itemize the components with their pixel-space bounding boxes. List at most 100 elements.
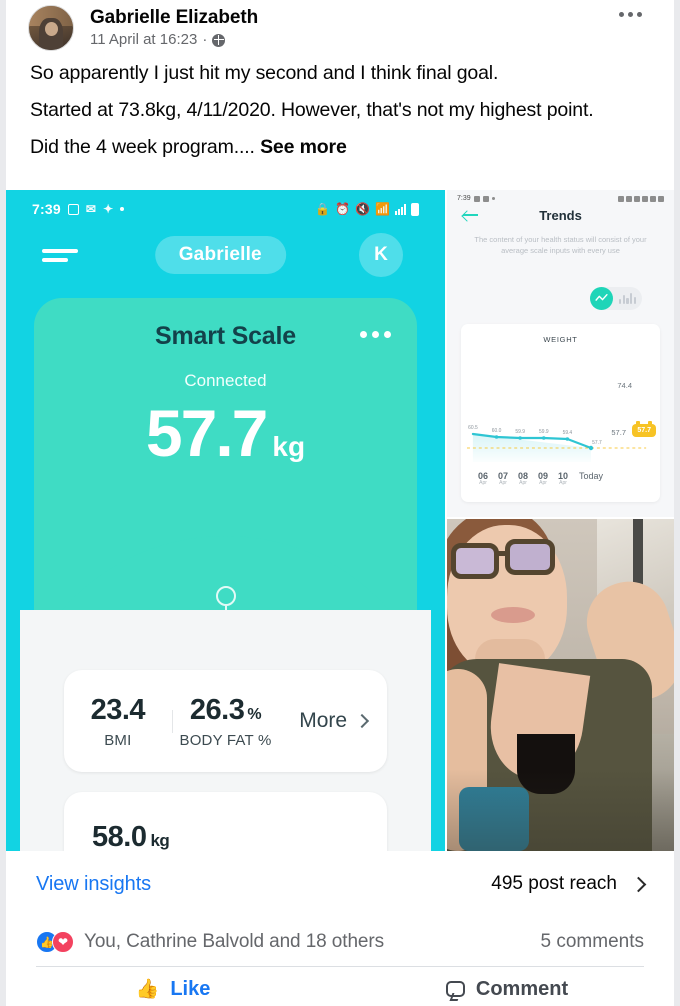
post-author-name[interactable]: Gabrielle Elizabeth [90,6,656,29]
post-line-3: Did the 4 week program.... See more [30,132,650,162]
facebook-post-screenshot: Gabrielle Elizabeth 11 April at 16:23 · … [0,0,680,1006]
line-chart-icon[interactable] [590,287,613,310]
x-tick-sublabel: Apr [479,480,487,486]
see-more-link[interactable]: See more [260,136,347,158]
x-tick: 06 Apr [473,471,493,486]
dot-icon [491,197,495,200]
scale-connection-status: Connected [184,371,267,390]
svg-text:59.9: 59.9 [539,429,549,435]
reactions-summary[interactable]: You, Cathrine Balvold and 18 others [84,931,384,953]
secondary-weight: 58.0 kg [92,820,170,852]
x-tick-sublabel: Apr [559,480,567,486]
trends-title: Trends [539,207,582,223]
post-body: So apparently I just hit my second and I… [0,52,680,162]
metric-body-fat-label: BODY FAT % [179,731,272,749]
battery-icon [411,202,419,216]
post-reach-label: 495 post reach [491,873,617,894]
thumbs-up-icon: 👍 [135,979,160,1000]
post-timestamp[interactable]: 11 April at 16:23 [90,30,197,50]
x-tick: 07 Apr [493,471,513,486]
post-header: Gabrielle Elizabeth 11 April at 16:23 · [0,0,680,52]
chart-ymax-label: 74.4 [617,381,632,390]
scale-card-menu-button[interactable] [360,331,391,338]
trends-header: Trends [447,202,674,228]
scale-weight-readout: 57.7 kg [34,397,417,469]
media-trends-screenshot[interactable]: 7:39 Trends The content of your health s… [447,190,674,517]
signal-icon [650,195,656,202]
ellipsis-icon [372,331,379,338]
comments-count[interactable]: 5 comments [541,931,644,953]
scale-weight-unit: kg [272,431,306,462]
mute-icon [634,195,640,202]
comment-label: Comment [475,977,569,1000]
post-media-collage[interactable]: 7:39 ✉ ✦ 🔒 ⏰ 🔇 📶 Gabrielle K Smart Scale… [6,190,674,851]
metric-bmi[interactable]: 23.4 BMI [64,694,172,749]
media-smart-scale-screenshot[interactable]: 7:39 ✉ ✦ 🔒 ⏰ 🔇 📶 Gabrielle K Smart Scale… [6,190,445,851]
action-bar: 👍 Like Comment [6,972,674,1006]
scale-metrics-card[interactable]: 23.4 BMI 26.3% BODY FAT % More [64,670,387,772]
status-time: 7:39 [32,201,61,217]
chart-type-toggle[interactable] [590,287,642,310]
ellipsis-icon [628,12,633,17]
comment-bubble-icon [445,981,465,997]
secondary-weight-unit: kg [150,830,170,850]
like-button[interactable]: 👍 Like [6,972,340,1006]
lock-icon [618,195,624,202]
metric-bmi-label: BMI [104,731,132,749]
scale-secondary-card[interactable]: 58.0 kg [64,792,387,851]
more-label: More [299,709,348,732]
svg-text:60.5: 60.5 [468,425,478,431]
weight-trend-chart[interactable]: WEIGHT 74.4 60.5 60.0 59.9 59.9 59.4 57.… [461,324,660,502]
x-tick-today: Today [579,471,604,481]
user-initial-avatar[interactable]: K [359,233,403,277]
x-tick: 10 Apr [553,471,573,486]
dot-icon [120,207,125,211]
view-insights-link[interactable]: View insights [36,873,151,896]
like-label: Like [170,977,211,1000]
comment-button[interactable]: Comment [340,972,674,1006]
globe-icon [212,33,226,47]
x-tick: 09 Apr [533,471,553,486]
hamburger-icon[interactable] [42,248,78,262]
secondary-weight-value: 58.0 [92,820,147,852]
bar-chart-icon[interactable] [613,293,642,304]
back-arrow-icon[interactable] [461,209,479,221]
ellipsis-icon [384,331,391,338]
reaction-icons[interactable]: 👍 ❤ [36,931,74,953]
more-metrics-button[interactable]: More [279,709,387,733]
post-menu-button[interactable] [619,12,642,17]
wifi-icon [642,195,648,202]
scale-weight-value: 57.7 [145,396,268,470]
svg-text:59.4: 59.4 [563,430,573,436]
trends-status-bar: 7:39 [447,190,674,202]
x-tick: 08 Apr [513,471,533,486]
x-tick-sublabel: Apr [499,480,507,486]
chart-x-axis: 06 Apr 07 Apr 08 Apr 09 Apr 10 Apr Today [473,471,648,486]
post-line-1: So apparently I just hit my second and I… [30,62,499,84]
battery-icon [658,195,664,202]
ellipsis-icon [619,12,624,17]
wifi-icon: 📶 [375,202,390,216]
chevron-right-icon [630,876,647,892]
metric-bmi-value: 23.4 [90,693,146,726]
metric-body-fat[interactable]: 26.3% BODY FAT % [171,693,280,749]
love-reaction-icon: ❤ [52,931,74,953]
metric-body-fat-number: 26.3 [189,693,245,726]
messenger-icon: ✉ [85,202,97,216]
alarm-icon [626,195,632,202]
user-pill[interactable]: Gabrielle [154,236,286,274]
chart-goal-value: 57.7 [611,428,626,437]
x-tick-sublabel: Apr [519,480,527,486]
scale-app-bar: Gabrielle K [20,232,431,278]
instagram-icon [67,203,79,215]
media-selfie-photo[interactable] [447,519,674,851]
svg-text:57.7: 57.7 [592,440,602,446]
avatar[interactable] [28,5,74,51]
chevron-right-icon [355,713,370,729]
post-reach[interactable]: 495 post reach [491,873,647,895]
insights-row[interactable]: View insights 495 post reach [6,858,674,910]
post-meta: 11 April at 16:23 · [90,30,656,50]
alarm-icon: ⏰ [335,202,351,216]
reactions-row[interactable]: 👍 ❤ You, Cathrine Balvold and 18 others … [6,922,674,962]
messenger-icon [482,195,489,202]
